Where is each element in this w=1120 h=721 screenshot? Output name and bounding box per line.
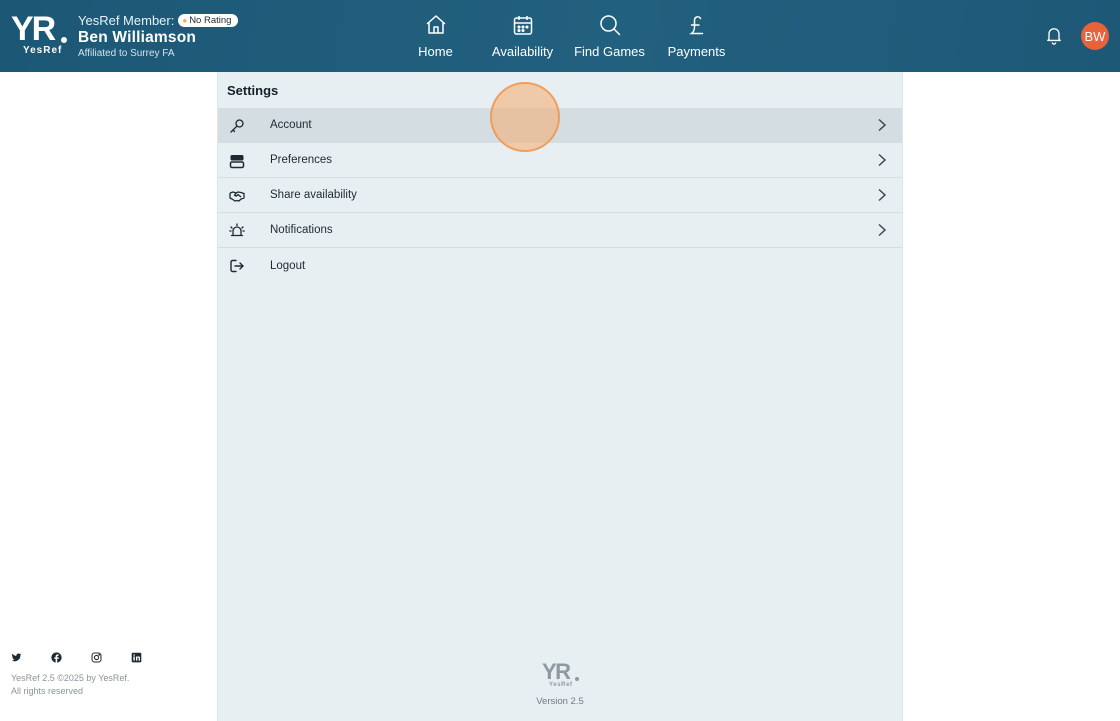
settings-item-logout[interactable]: Logout [218,248,902,283]
search-icon [599,15,620,36]
pound-icon [688,16,703,35]
key-icon [230,119,244,133]
handshake-icon [229,191,245,202]
twitter-icon[interactable] [11,652,22,663]
settings-item-preferences[interactable]: Preferences [218,143,902,178]
rating-badge: ● No Rating [178,13,239,27]
yesref-logo[interactable]: YR YesRef [11,10,69,58]
version-label: Version 2.5 [536,696,584,707]
top-bar: YR YesRef YesRef Member: ● No Rating Ben… [0,0,1120,72]
settings-panel: Settings Account Preferences Share avail… [217,72,903,721]
member-info: YesRef Member: ● No Rating Ben Williamso… [78,12,239,59]
copyright: YesRef 2.5 ©2025 by YesRef. All rights r… [11,673,130,696]
home-icon [426,15,445,34]
rating-badge-label: No Rating [189,14,232,26]
logo-word: YesRef [23,45,63,56]
page-title: Settings [227,83,279,98]
social-links [11,652,171,663]
chevron-right-icon [878,223,887,237]
logo-mark: YR [11,10,56,48]
main-nav: Home Availability Find Games Payments [392,0,740,72]
user-name: Ben Williamson [78,29,197,46]
instagram-icon[interactable] [91,652,102,663]
facebook-icon[interactable] [51,652,62,663]
calendar-icon [513,16,532,35]
avatar[interactable]: BW [1081,22,1109,50]
chevron-right-icon [878,188,887,202]
nav-payments[interactable]: Payments [653,0,740,72]
logout-icon [230,259,244,273]
settings-item-notifications[interactable]: Notifications [218,213,902,248]
footer-logo: YR YesRef [541,659,581,692]
star-icon: ● [182,15,188,25]
alarm-icon [229,223,245,237]
affiliation: Affiliated to Surrey FA [78,48,175,59]
settings-menu: Account Preferences Share availability N… [218,108,902,283]
nav-find-games[interactable]: Find Games [566,0,653,72]
chevron-right-icon [878,153,887,167]
nav-home[interactable]: Home [392,0,479,72]
nav-availability[interactable]: Availability [479,0,566,72]
chevron-right-icon [878,118,887,132]
settings-item-account[interactable]: Account [218,108,902,143]
toggle-icon [229,155,245,169]
settings-item-share-availability[interactable]: Share availability [218,178,902,213]
member-label: YesRef Member: [78,12,175,28]
bell-icon[interactable] [1044,25,1064,45]
linkedin-icon[interactable] [131,652,142,663]
